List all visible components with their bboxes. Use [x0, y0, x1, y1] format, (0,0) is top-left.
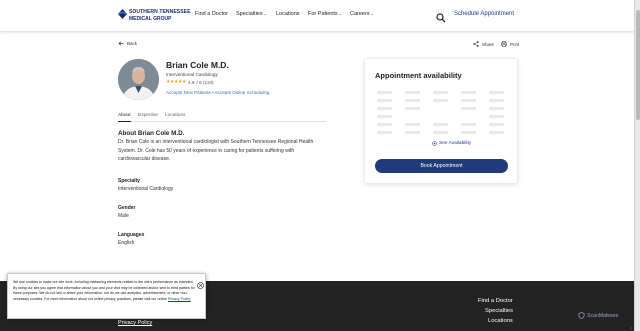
nav-careers-label: Careers — [350, 11, 370, 17]
slot-placeholder — [377, 115, 392, 118]
slot-placeholder — [489, 115, 504, 118]
slot-placeholder — [489, 99, 504, 102]
doctor-photo — [118, 59, 159, 100]
slot-placeholder — [377, 107, 392, 110]
search-icon — [436, 13, 446, 23]
doctor-specialty: Interventional Cardiology — [166, 72, 218, 77]
nav-locations[interactable]: Locations — [276, 11, 300, 17]
footer-link-locations[interactable]: Locations — [488, 318, 513, 324]
nav-for-patients[interactable]: For Patients⌄ — [308, 11, 342, 17]
languages-label: Languages — [118, 232, 145, 238]
cookie-privacy-policy-link[interactable]: Privacy Policy. — [168, 297, 191, 301]
cookie-notice-text: We use cookies to make our site work, in… — [13, 280, 196, 303]
slot-placeholder — [461, 131, 476, 134]
nav-specialties[interactable]: Specialties⌄ — [236, 11, 267, 17]
slot-placeholder — [433, 91, 448, 94]
specialty-value: Interventional Cardiology — [118, 186, 174, 192]
scanmalware-logo-icon — [578, 312, 585, 319]
watermark-text: ScanMalware — [587, 312, 619, 319]
nav-find-a-doctor[interactable]: Find a Doctor — [195, 11, 228, 17]
availability-slots-placeholder: See Availability — [375, 89, 507, 146]
slot-placeholder — [433, 123, 448, 126]
slot-placeholder — [489, 107, 504, 110]
nav-careers[interactable]: Careers⌄ — [350, 11, 374, 17]
arrow-left-icon — [118, 41, 124, 46]
tab-locations[interactable]: Locations — [165, 113, 186, 122]
close-circle-icon — [197, 282, 204, 289]
languages-value: English — [118, 240, 135, 246]
share-label: Share — [482, 41, 495, 47]
availability-heading: Appointment availability — [375, 71, 462, 80]
schedule-appointment-link[interactable]: Schedule Appointment — [454, 11, 514, 17]
profile-tabs: About Expertise Locations — [118, 113, 326, 122]
site-header: SOUTHERN TENNESSEE MEDICAL GROUP Find a … — [0, 0, 634, 31]
chevron-down-icon: ⌄ — [370, 11, 374, 16]
chevron-down-icon: ⌄ — [263, 11, 267, 16]
nav-for-patients-label: For Patients — [308, 11, 338, 17]
slot-placeholder — [377, 99, 392, 102]
print-label: Print — [510, 41, 520, 47]
site-logo[interactable]: SOUTHERN TENNESSEE MEDICAL GROUP — [117, 7, 190, 24]
slot-placeholder — [405, 107, 420, 110]
cookie-close-button[interactable] — [197, 276, 204, 289]
share-icon — [473, 41, 479, 47]
doctor-portrait-image — [118, 59, 159, 100]
slot-placeholder — [489, 131, 504, 134]
doctor-rating[interactable]: ★★★★★ 4.9 / 5 (119) — [166, 79, 214, 85]
cookie-consent-banner: We use cookies to make our site work, in… — [7, 273, 206, 319]
slot-placeholder — [405, 99, 420, 102]
about-description: Dr. Brian Cole is an interventional card… — [118, 139, 314, 162]
slot-placeholder — [461, 107, 476, 110]
slot-placeholder — [405, 91, 420, 94]
scroll-down-arrow-icon[interactable]: ▸ — [631, 325, 633, 330]
printer-icon — [501, 41, 507, 47]
search-button[interactable] — [436, 10, 446, 23]
logo-text-line2: MEDICAL GROUP — [129, 16, 172, 22]
logo-text-line1: SOUTHERN TENNESSEE — [129, 9, 191, 15]
slot-placeholder — [377, 123, 392, 126]
rating-value: 4.9 — [187, 79, 195, 85]
slot-placeholder — [461, 99, 476, 102]
print-button[interactable]: Print — [501, 41, 519, 47]
slot-placeholder — [489, 91, 504, 94]
tab-about[interactable]: About — [118, 113, 131, 122]
slot-placeholder — [405, 123, 420, 126]
tab-expertise[interactable]: Expertise — [138, 113, 158, 122]
footer-privacy-policy-link[interactable]: Privacy Policy — [118, 320, 152, 326]
slot-placeholder — [433, 99, 448, 102]
slot-placeholder — [377, 131, 392, 134]
back-link[interactable]: Back — [118, 41, 137, 46]
watermark: ScanMalware — [578, 312, 618, 319]
scheduling-status: Accepts New Patients • Accepts Online Sc… — [166, 90, 270, 95]
page-scrollbar[interactable] — [634, 0, 640, 331]
share-button[interactable]: Share — [473, 41, 494, 47]
see-availability-link[interactable]: See Availability — [431, 141, 473, 146]
about-heading: About Brian Cole M.D. — [118, 130, 185, 137]
star-rating-icon: ★★★★★ — [166, 79, 186, 85]
gender-label: Gender — [118, 205, 136, 211]
rating-count: / 5 (119) — [196, 79, 214, 85]
eye-icon — [432, 141, 437, 146]
slot-placeholder — [433, 131, 448, 134]
chevron-down-icon: ⌄ — [338, 11, 343, 16]
slot-placeholder — [489, 123, 504, 126]
appointment-availability-card: Appointment availability See Availabilit… — [364, 58, 518, 184]
logo-mark-icon — [118, 9, 127, 19]
slot-placeholder — [377, 91, 392, 94]
book-appointment-button[interactable]: Book Appointment — [375, 159, 508, 173]
slot-placeholder — [461, 91, 476, 94]
footer-link-specialties[interactable]: Specialties — [485, 308, 513, 314]
slot-placeholder — [405, 131, 420, 134]
specialty-label: Specialty — [118, 178, 140, 184]
doctor-name: Brian Cole M.D. — [166, 60, 229, 70]
back-label: Back — [127, 41, 138, 46]
gender-value: Male — [118, 213, 129, 219]
footer-link-find-a-doctor[interactable]: Find a Doctor — [478, 298, 513, 304]
see-availability-label: See Availability — [439, 141, 472, 146]
scrollbar-thumb[interactable] — [636, 10, 640, 120]
slot-placeholder — [461, 123, 476, 126]
nav-specialties-label: Specialties — [236, 11, 263, 17]
